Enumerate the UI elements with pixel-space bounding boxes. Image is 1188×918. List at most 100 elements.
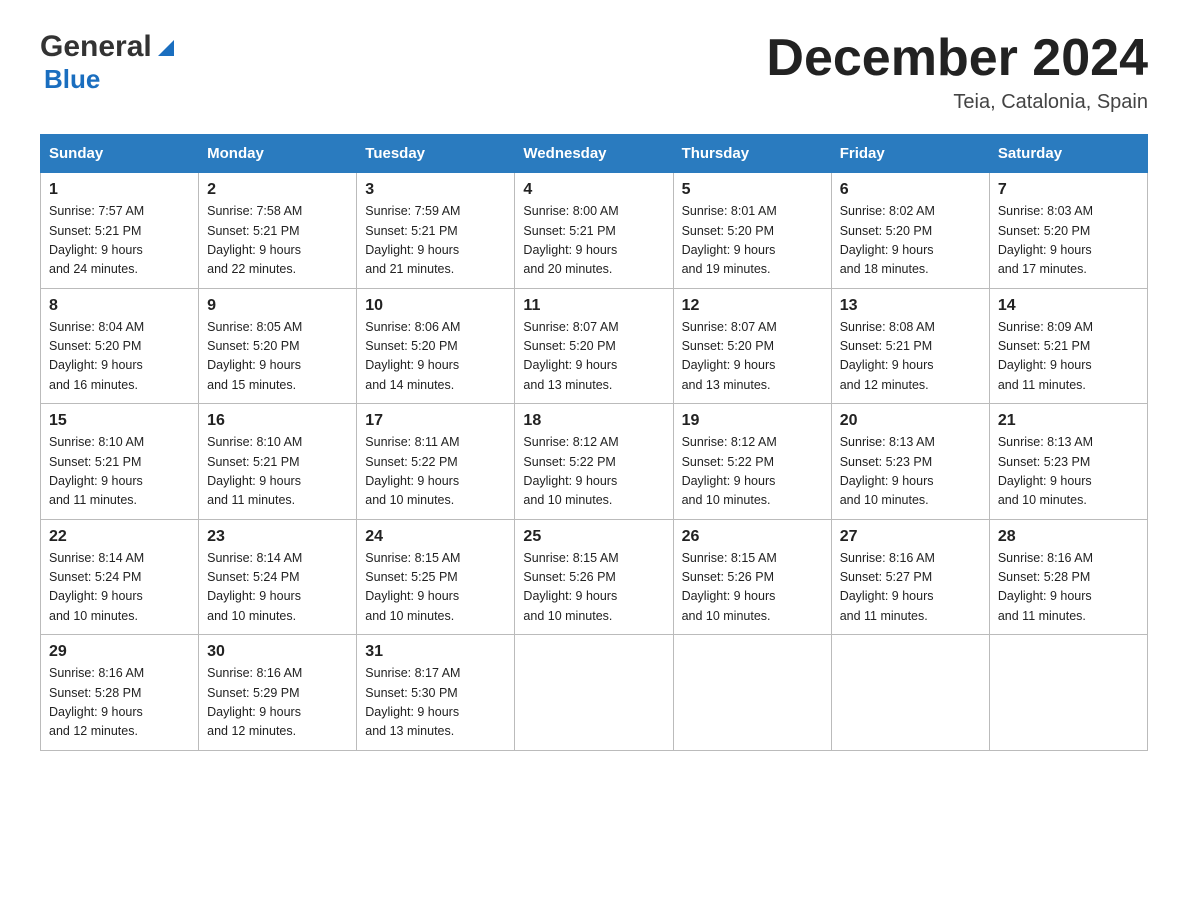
- calendar-cell: 9 Sunrise: 8:05 AMSunset: 5:20 PMDayligh…: [199, 288, 357, 404]
- calendar-cell: 6 Sunrise: 8:02 AMSunset: 5:20 PMDayligh…: [831, 173, 989, 289]
- day-number: 18: [523, 412, 664, 430]
- calendar-cell: 17 Sunrise: 8:11 AMSunset: 5:22 PMDaylig…: [357, 404, 515, 520]
- calendar-cell: 31 Sunrise: 8:17 AMSunset: 5:30 PMDaylig…: [357, 635, 515, 751]
- calendar-cell: 18 Sunrise: 8:12 AMSunset: 5:22 PMDaylig…: [515, 404, 673, 520]
- weekday-header-tuesday: Tuesday: [357, 135, 515, 173]
- day-info: Sunrise: 8:02 AMSunset: 5:20 PMDaylight:…: [840, 204, 935, 276]
- day-info: Sunrise: 7:57 AMSunset: 5:21 PMDaylight:…: [49, 204, 144, 276]
- calendar-cell: [673, 635, 831, 751]
- calendar-cell: 15 Sunrise: 8:10 AMSunset: 5:21 PMDaylig…: [41, 404, 199, 520]
- calendar-week-row: 22 Sunrise: 8:14 AMSunset: 5:24 PMDaylig…: [41, 519, 1148, 635]
- calendar-cell: 26 Sunrise: 8:15 AMSunset: 5:26 PMDaylig…: [673, 519, 831, 635]
- day-number: 10: [365, 297, 506, 315]
- day-number: 23: [207, 528, 348, 546]
- title-area: December 2024 Teia, Catalonia, Spain: [766, 30, 1148, 114]
- calendar-cell: 16 Sunrise: 8:10 AMSunset: 5:21 PMDaylig…: [199, 404, 357, 520]
- day-number: 25: [523, 528, 664, 546]
- logo: General Blue: [40, 30, 178, 95]
- day-number: 24: [365, 528, 506, 546]
- day-info: Sunrise: 8:03 AMSunset: 5:20 PMDaylight:…: [998, 204, 1093, 276]
- calendar-cell: [831, 635, 989, 751]
- calendar-cell: 14 Sunrise: 8:09 AMSunset: 5:21 PMDaylig…: [989, 288, 1147, 404]
- calendar-cell: 24 Sunrise: 8:15 AMSunset: 5:25 PMDaylig…: [357, 519, 515, 635]
- day-info: Sunrise: 8:12 AMSunset: 5:22 PMDaylight:…: [682, 435, 777, 507]
- day-number: 16: [207, 412, 348, 430]
- day-number: 30: [207, 643, 348, 661]
- logo-blue-text: Blue: [44, 64, 100, 94]
- day-number: 12: [682, 297, 823, 315]
- calendar-cell: 3 Sunrise: 7:59 AMSunset: 5:21 PMDayligh…: [357, 173, 515, 289]
- calendar-cell: 27 Sunrise: 8:16 AMSunset: 5:27 PMDaylig…: [831, 519, 989, 635]
- calendar-cell: 11 Sunrise: 8:07 AMSunset: 5:20 PMDaylig…: [515, 288, 673, 404]
- calendar-week-row: 1 Sunrise: 7:57 AMSunset: 5:21 PMDayligh…: [41, 173, 1148, 289]
- day-number: 13: [840, 297, 981, 315]
- weekday-header-wednesday: Wednesday: [515, 135, 673, 173]
- calendar-cell: [515, 635, 673, 751]
- day-info: Sunrise: 8:16 AMSunset: 5:27 PMDaylight:…: [840, 551, 935, 623]
- day-number: 1: [49, 181, 190, 199]
- day-info: Sunrise: 8:17 AMSunset: 5:30 PMDaylight:…: [365, 666, 460, 738]
- weekday-header-monday: Monday: [199, 135, 357, 173]
- day-number: 7: [998, 181, 1139, 199]
- calendar-header-row: SundayMondayTuesdayWednesdayThursdayFrid…: [41, 135, 1148, 173]
- weekday-header-thursday: Thursday: [673, 135, 831, 173]
- calendar-cell: 20 Sunrise: 8:13 AMSunset: 5:23 PMDaylig…: [831, 404, 989, 520]
- day-info: Sunrise: 8:11 AMSunset: 5:22 PMDaylight:…: [365, 435, 459, 507]
- day-number: 19: [682, 412, 823, 430]
- day-info: Sunrise: 8:15 AMSunset: 5:26 PMDaylight:…: [682, 551, 777, 623]
- day-number: 26: [682, 528, 823, 546]
- day-info: Sunrise: 8:14 AMSunset: 5:24 PMDaylight:…: [207, 551, 302, 623]
- day-info: Sunrise: 8:16 AMSunset: 5:29 PMDaylight:…: [207, 666, 302, 738]
- calendar-cell: 12 Sunrise: 8:07 AMSunset: 5:20 PMDaylig…: [673, 288, 831, 404]
- day-info: Sunrise: 8:07 AMSunset: 5:20 PMDaylight:…: [523, 320, 618, 392]
- day-number: 31: [365, 643, 506, 661]
- calendar-cell: 2 Sunrise: 7:58 AMSunset: 5:21 PMDayligh…: [199, 173, 357, 289]
- day-number: 9: [207, 297, 348, 315]
- day-info: Sunrise: 8:15 AMSunset: 5:26 PMDaylight:…: [523, 551, 618, 623]
- day-number: 4: [523, 181, 664, 199]
- weekday-header-sunday: Sunday: [41, 135, 199, 173]
- day-number: 29: [49, 643, 190, 661]
- day-info: Sunrise: 8:16 AMSunset: 5:28 PMDaylight:…: [998, 551, 1093, 623]
- weekday-header-friday: Friday: [831, 135, 989, 173]
- calendar-cell: 4 Sunrise: 8:00 AMSunset: 5:21 PMDayligh…: [515, 173, 673, 289]
- calendar-cell: 10 Sunrise: 8:06 AMSunset: 5:20 PMDaylig…: [357, 288, 515, 404]
- day-number: 17: [365, 412, 506, 430]
- calendar-cell: 1 Sunrise: 7:57 AMSunset: 5:21 PMDayligh…: [41, 173, 199, 289]
- day-info: Sunrise: 8:10 AMSunset: 5:21 PMDaylight:…: [207, 435, 302, 507]
- logo-general-text: General: [40, 30, 152, 64]
- day-number: 5: [682, 181, 823, 199]
- day-number: 15: [49, 412, 190, 430]
- location-title: Teia, Catalonia, Spain: [766, 91, 1148, 114]
- day-info: Sunrise: 8:04 AMSunset: 5:20 PMDaylight:…: [49, 320, 144, 392]
- calendar-cell: 22 Sunrise: 8:14 AMSunset: 5:24 PMDaylig…: [41, 519, 199, 635]
- day-number: 21: [998, 412, 1139, 430]
- day-info: Sunrise: 8:05 AMSunset: 5:20 PMDaylight:…: [207, 320, 302, 392]
- day-number: 2: [207, 181, 348, 199]
- day-number: 28: [998, 528, 1139, 546]
- calendar-cell: 25 Sunrise: 8:15 AMSunset: 5:26 PMDaylig…: [515, 519, 673, 635]
- day-info: Sunrise: 8:06 AMSunset: 5:20 PMDaylight:…: [365, 320, 460, 392]
- day-number: 14: [998, 297, 1139, 315]
- calendar-cell: 21 Sunrise: 8:13 AMSunset: 5:23 PMDaylig…: [989, 404, 1147, 520]
- calendar-cell: 19 Sunrise: 8:12 AMSunset: 5:22 PMDaylig…: [673, 404, 831, 520]
- day-info: Sunrise: 8:12 AMSunset: 5:22 PMDaylight:…: [523, 435, 618, 507]
- day-info: Sunrise: 8:13 AMSunset: 5:23 PMDaylight:…: [840, 435, 935, 507]
- day-number: 6: [840, 181, 981, 199]
- calendar-table: SundayMondayTuesdayWednesdayThursdayFrid…: [40, 134, 1148, 751]
- calendar-cell: [989, 635, 1147, 751]
- calendar-cell: 30 Sunrise: 8:16 AMSunset: 5:29 PMDaylig…: [199, 635, 357, 751]
- calendar-cell: 8 Sunrise: 8:04 AMSunset: 5:20 PMDayligh…: [41, 288, 199, 404]
- calendar-cell: 7 Sunrise: 8:03 AMSunset: 5:20 PMDayligh…: [989, 173, 1147, 289]
- day-number: 20: [840, 412, 981, 430]
- page-header: General Blue December 2024 Teia, Catalon…: [40, 30, 1148, 114]
- calendar-week-row: 29 Sunrise: 8:16 AMSunset: 5:28 PMDaylig…: [41, 635, 1148, 751]
- day-info: Sunrise: 8:14 AMSunset: 5:24 PMDaylight:…: [49, 551, 144, 623]
- day-number: 27: [840, 528, 981, 546]
- calendar-cell: 23 Sunrise: 8:14 AMSunset: 5:24 PMDaylig…: [199, 519, 357, 635]
- day-info: Sunrise: 8:07 AMSunset: 5:20 PMDaylight:…: [682, 320, 777, 392]
- day-info: Sunrise: 8:16 AMSunset: 5:28 PMDaylight:…: [49, 666, 144, 738]
- calendar-cell: 5 Sunrise: 8:01 AMSunset: 5:20 PMDayligh…: [673, 173, 831, 289]
- day-number: 22: [49, 528, 190, 546]
- calendar-cell: 28 Sunrise: 8:16 AMSunset: 5:28 PMDaylig…: [989, 519, 1147, 635]
